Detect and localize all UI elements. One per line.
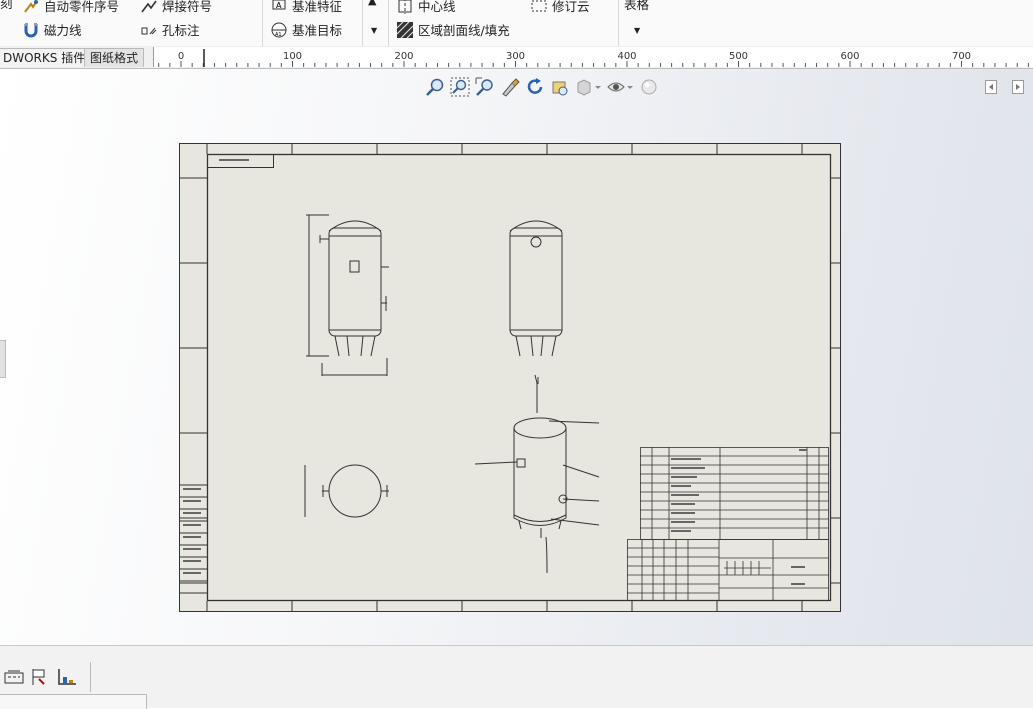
appearance-icon[interactable] bbox=[638, 76, 659, 97]
side-view bbox=[509, 220, 563, 357]
baseline-dimension-icon[interactable] bbox=[56, 668, 78, 689]
isometric-view bbox=[474, 374, 600, 574]
drawing-frame bbox=[206, 153, 832, 602]
hole-callout-button[interactable]: 孔标注 bbox=[140, 20, 200, 39]
hole-callout-label: 孔标注 bbox=[162, 23, 200, 38]
horizontal-ruler: 0 100 200 300 400 500 600 700 bbox=[153, 47, 1033, 67]
revision-cloud-button[interactable]: 修订云 bbox=[530, 0, 590, 15]
ribbon-dropdown-arrow[interactable]: ▼ bbox=[371, 26, 377, 35]
area-hatch-icon bbox=[396, 21, 414, 39]
display-style-icon[interactable] bbox=[574, 76, 602, 97]
centerline-label: 中心线 bbox=[418, 0, 456, 14]
weld-symbol-button[interactable]: 焊接符号 bbox=[140, 0, 212, 15]
datum-target-label: 基准目标 bbox=[292, 23, 343, 38]
tab-sheet-format[interactable]: 图纸格式 bbox=[84, 48, 145, 67]
restore-pane-icon[interactable] bbox=[985, 80, 997, 97]
ribbon-separator bbox=[262, 0, 263, 46]
ruler-label: 0 bbox=[178, 51, 184, 62]
table-button[interactable]: 表格 bbox=[624, 0, 649, 13]
table-dropdown-arrow[interactable]: ▼ bbox=[634, 26, 640, 35]
datum-feature-icon: A bbox=[270, 0, 288, 15]
weld-symbol-icon bbox=[140, 0, 158, 15]
bottom-panel bbox=[0, 645, 1033, 709]
ribbon-partial-button[interactable]: 刻 bbox=[0, 0, 13, 12]
datum-feature-label: 基准特征 bbox=[292, 0, 343, 14]
revision-cloud-icon bbox=[530, 0, 548, 15]
bill-of-materials bbox=[640, 447, 829, 540]
heads-up-view-toolbar bbox=[424, 76, 659, 97]
auto-balloon-icon bbox=[22, 0, 40, 15]
table-label: 表格 bbox=[624, 0, 650, 12]
command-manager-ribbon: 刻 自动零件序号 磁力线 焊接符号 孔标注 A 基准特征 A1 基准目标 ▲ ▼… bbox=[0, 0, 1033, 47]
toolbar-divider bbox=[90, 662, 91, 692]
magnetic-line-button[interactable]: 磁力线 bbox=[22, 20, 82, 39]
auto-balloon-label: 自动零件序号 bbox=[44, 0, 120, 14]
area-hatch-label: 区域剖面线/填充 bbox=[418, 23, 510, 38]
hole-callout-icon bbox=[140, 21, 158, 39]
svg-text:A1: A1 bbox=[275, 32, 282, 38]
magnetic-line-label: 磁力线 bbox=[44, 23, 82, 38]
select-icon[interactable] bbox=[499, 76, 520, 97]
ribbon-partial-label: 刻 bbox=[0, 0, 13, 11]
centerline-icon bbox=[396, 0, 414, 15]
feature-tree-collapse-handle[interactable] bbox=[0, 340, 6, 378]
sheet-outer-border bbox=[179, 143, 841, 612]
ruler-label: 700 bbox=[952, 51, 971, 62]
datum-feature-button[interactable]: A 基准特征 bbox=[270, 0, 342, 15]
drawing-content bbox=[179, 143, 841, 612]
ruler-label: 100 bbox=[283, 51, 302, 62]
zoom-to-fit-icon[interactable] bbox=[424, 76, 445, 97]
ruler-label: 500 bbox=[729, 51, 748, 62]
rotate-icon[interactable] bbox=[524, 76, 545, 97]
view-orientation-icon[interactable] bbox=[549, 76, 570, 97]
flag-note-icon[interactable] bbox=[30, 668, 50, 689]
ruler-label: 400 bbox=[617, 51, 636, 62]
ruler-scale: 0 100 200 300 400 500 600 700 bbox=[158, 49, 1029, 67]
zoom-in-out-icon[interactable] bbox=[474, 76, 495, 97]
drawing-sheet[interactable] bbox=[179, 143, 841, 612]
centerline-button[interactable]: 中心线 bbox=[396, 0, 456, 15]
tab-label: 图纸格式 bbox=[90, 51, 139, 65]
tab-solidworks-addins[interactable]: DWORKS 插件 bbox=[0, 48, 92, 67]
revision-cloud-label: 修订云 bbox=[552, 0, 590, 14]
task-pane-toggle-icon[interactable] bbox=[1012, 80, 1024, 97]
ruler-label: 300 bbox=[506, 51, 525, 62]
zoom-to-area-icon[interactable] bbox=[449, 76, 470, 97]
ribbon-separator bbox=[618, 0, 619, 46]
datum-target-button[interactable]: A1 基准目标 bbox=[270, 20, 342, 39]
auto-balloon-button[interactable]: 自动零件序号 bbox=[22, 0, 119, 15]
ruler-label: 200 bbox=[394, 51, 413, 62]
front-view bbox=[306, 214, 389, 376]
note-icon[interactable] bbox=[4, 668, 24, 689]
ribbon-more-top[interactable]: ▲ bbox=[368, 0, 376, 7]
svg-text:A: A bbox=[276, 1, 282, 10]
tab-label: DWORKS 插件 bbox=[3, 51, 86, 65]
top-view bbox=[304, 464, 389, 518]
ribbon-separator bbox=[362, 0, 363, 46]
bottom-toolbar bbox=[4, 668, 78, 689]
area-hatch-button[interactable]: 区域剖面线/填充 bbox=[396, 20, 510, 39]
title-block bbox=[627, 539, 829, 601]
magnet-icon bbox=[22, 21, 40, 39]
weld-symbol-label: 焊接符号 bbox=[162, 0, 213, 14]
ribbon-separator bbox=[388, 0, 389, 46]
hide-show-icon[interactable] bbox=[606, 76, 634, 97]
datum-target-icon: A1 bbox=[270, 21, 288, 39]
ruler-label: 600 bbox=[840, 51, 859, 62]
